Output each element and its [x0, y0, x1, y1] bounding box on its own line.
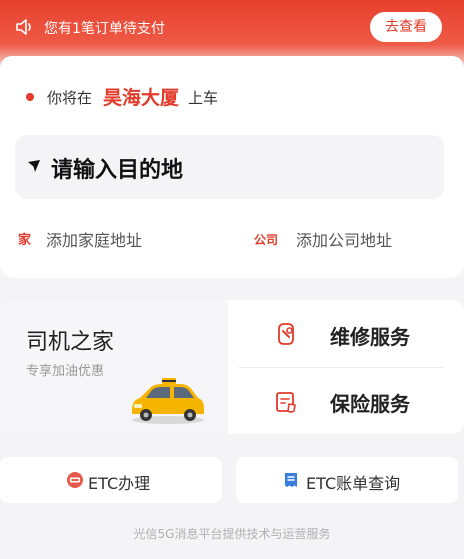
- home-tag: 家: [18, 233, 32, 248]
- insurance-service-button[interactable]: 保险服务: [330, 388, 410, 417]
- repair-service-button[interactable]: 维修服务: [330, 321, 410, 350]
- bill-icon: [285, 473, 297, 487]
- destination-input[interactable]: 请输入目的地: [15, 135, 444, 199]
- driver-home-title: 司机之家: [26, 330, 115, 355]
- add-company-address-button[interactable]: 添加公司地址: [296, 227, 392, 251]
- view-order-button[interactable]: 去查看: [370, 12, 442, 42]
- etc-apply-button[interactable]: ETC办理: [0, 457, 222, 503]
- destination-placeholder: 请输入目的地: [51, 158, 184, 183]
- location-arrow-icon: [28, 160, 40, 172]
- pending-order-row: 您有1笔订单待支付 去查看: [0, 10, 464, 44]
- etc-bill-query-label: ETC账单查询: [306, 474, 401, 493]
- insurance-icon: [276, 392, 296, 413]
- services-divider: [238, 367, 444, 368]
- driver-home-subtitle: 专享加油优惠: [26, 364, 105, 379]
- pickup-suffix: 上车: [188, 89, 219, 107]
- footer-text: 光信5G消息平台提供技术与运营服务: [133, 527, 331, 541]
- etc-apply-label: ETC办理: [88, 474, 151, 493]
- pending-order-text: 您有1笔订单待支付: [44, 21, 165, 37]
- wrench-icon: [278, 323, 294, 345]
- etc-bill-query-button[interactable]: ETC账单查询: [236, 457, 458, 503]
- pickup-dot: [26, 93, 34, 101]
- speaker-icon: [16, 19, 31, 35]
- company-tag: 公司: [254, 233, 279, 247]
- pickup-location[interactable]: 昊海大厦: [103, 83, 179, 110]
- add-home-address-button[interactable]: 添加家庭地址: [46, 227, 142, 251]
- taxi-icon: [132, 378, 204, 424]
- pickup-prefix: 你将在: [47, 89, 93, 107]
- etc-icon: [67, 472, 83, 488]
